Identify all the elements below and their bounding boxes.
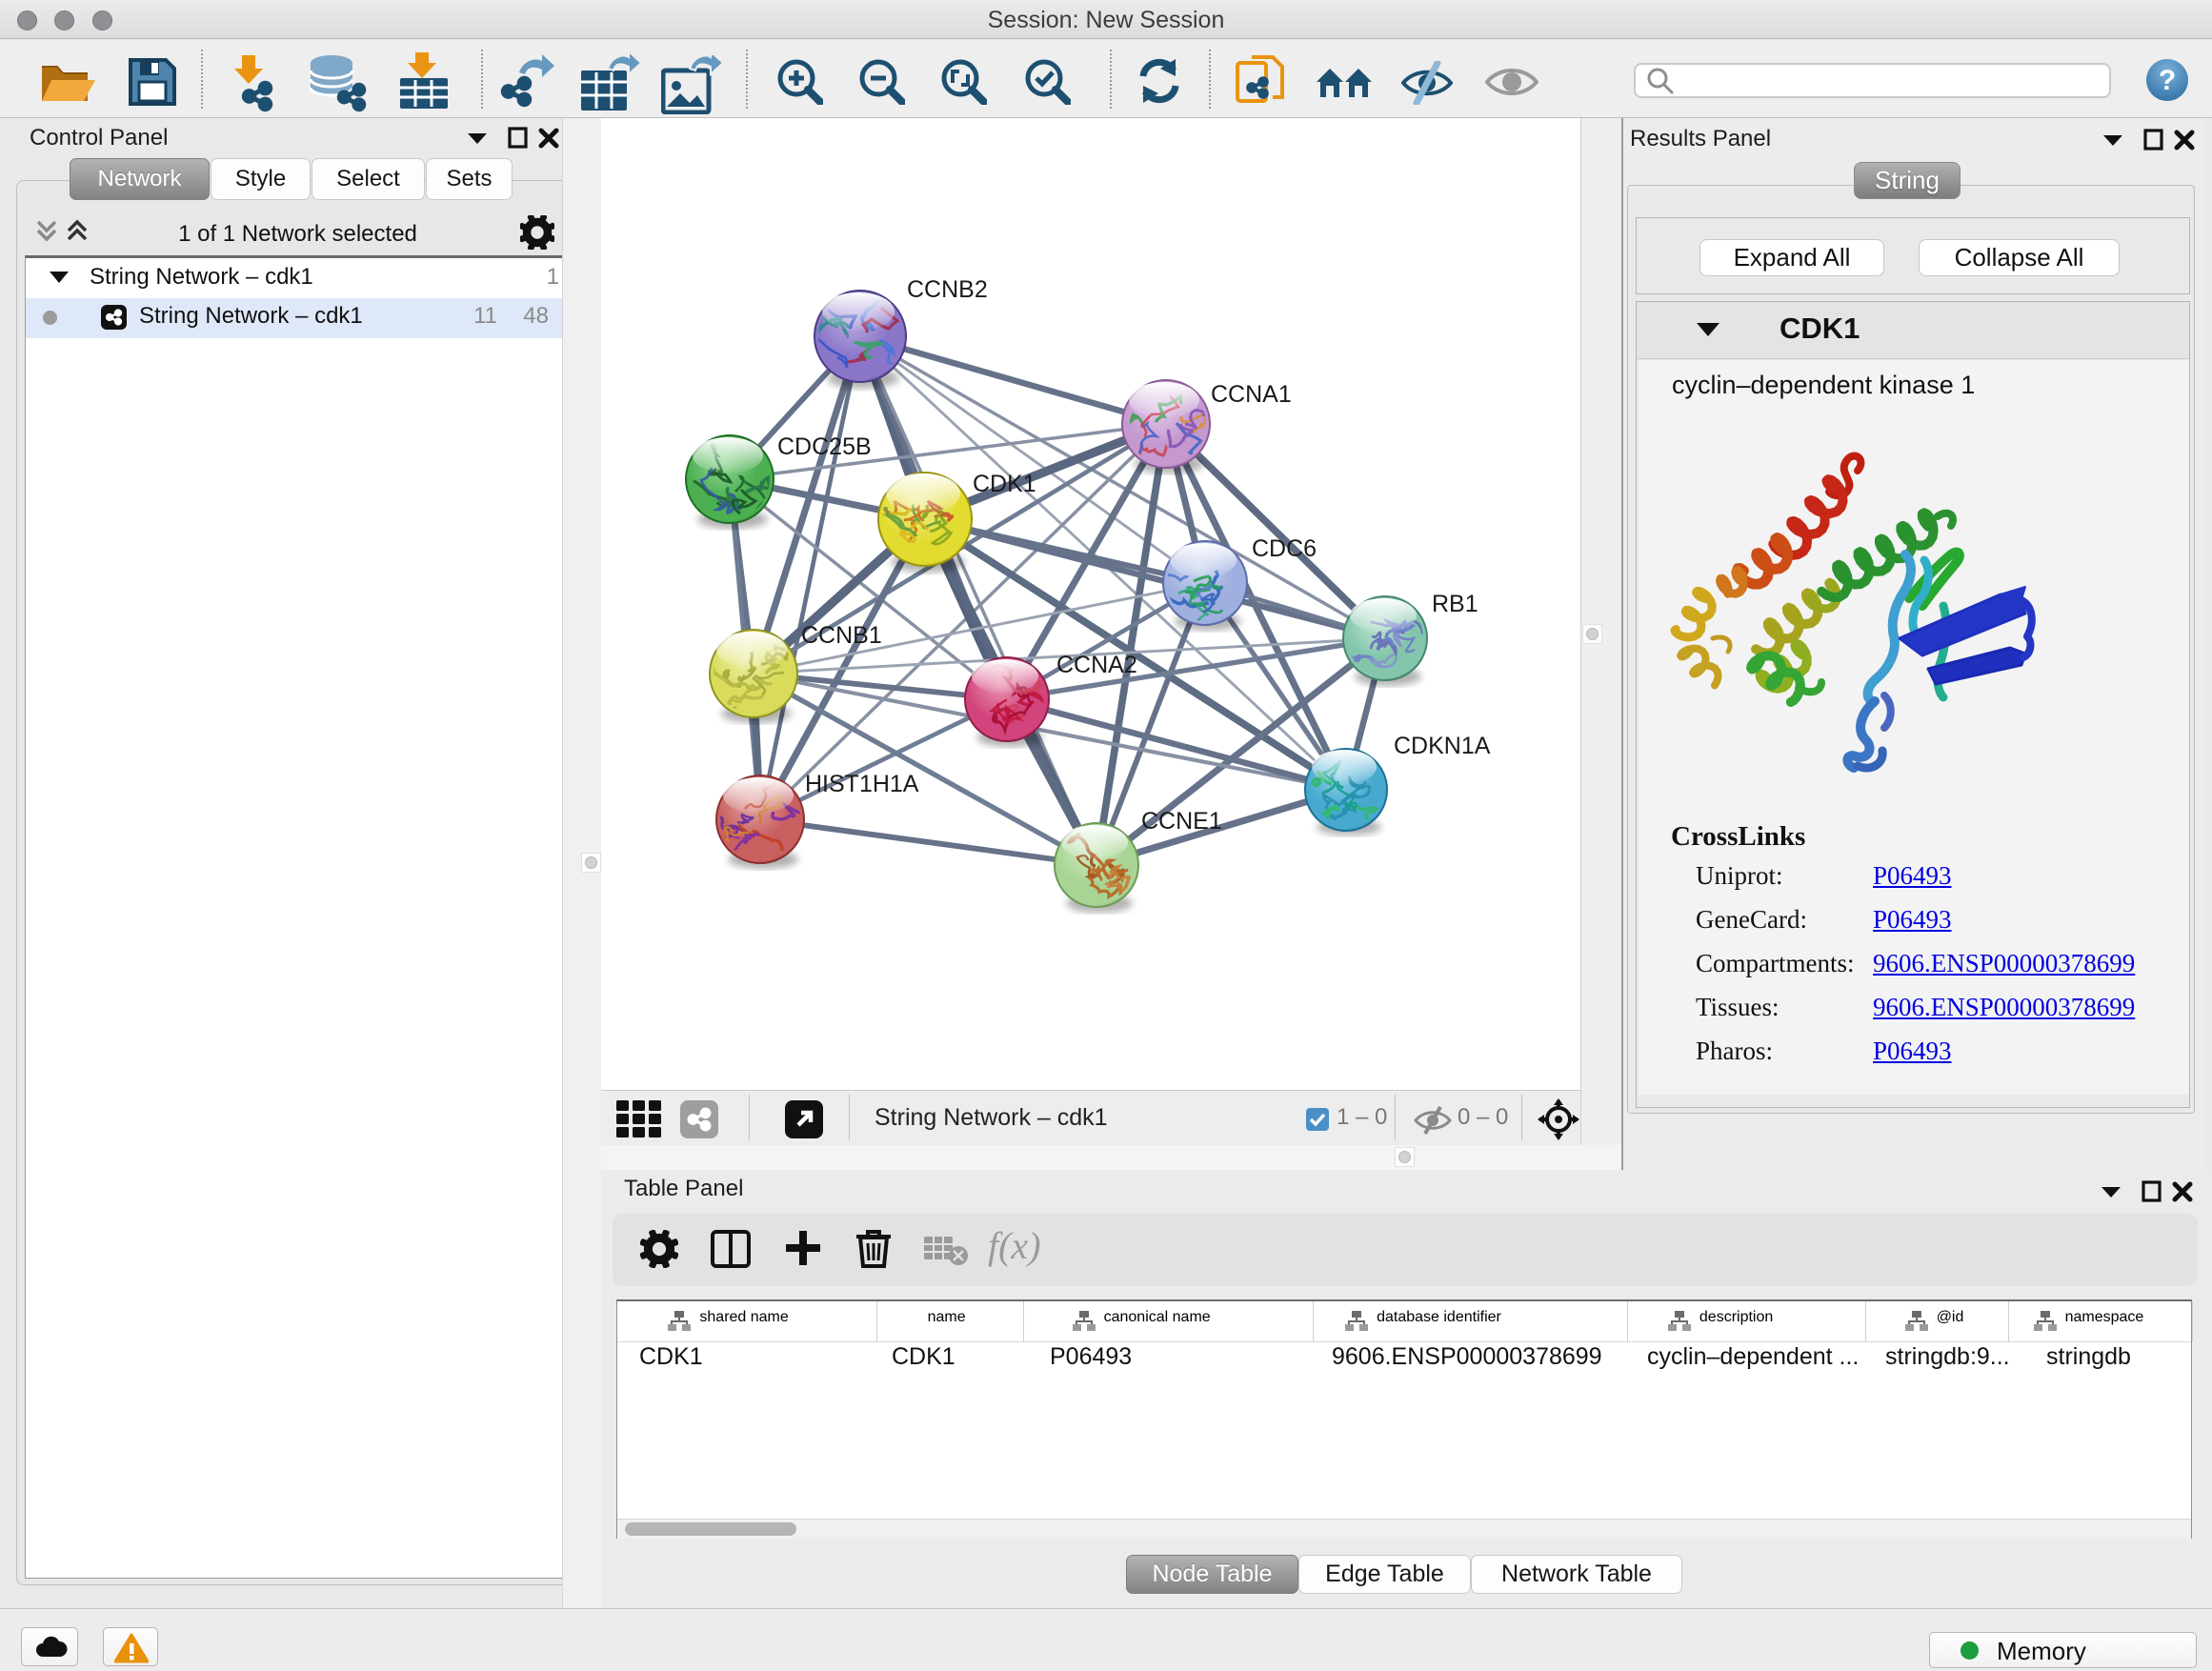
svg-text:CDC25B: CDC25B [777, 433, 872, 460]
svg-text:CCNB2: CCNB2 [907, 276, 988, 303]
svg-text:CDC6: CDC6 [1252, 535, 1317, 562]
svg-text:CCNA2: CCNA2 [1056, 652, 1137, 678]
svg-text:RB1: RB1 [1432, 591, 1478, 617]
svg-text:?: ? [2159, 65, 2176, 96]
svg-text:HIST1H1A: HIST1H1A [805, 771, 919, 797]
svg-text:CDKN1A: CDKN1A [1394, 733, 1491, 759]
svg-text:CDK1: CDK1 [973, 471, 1036, 497]
svg-text:CCNE1: CCNE1 [1141, 808, 1222, 835]
svg-text:CCNB1: CCNB1 [801, 622, 882, 649]
svg-text:CCNA1: CCNA1 [1211, 381, 1292, 408]
